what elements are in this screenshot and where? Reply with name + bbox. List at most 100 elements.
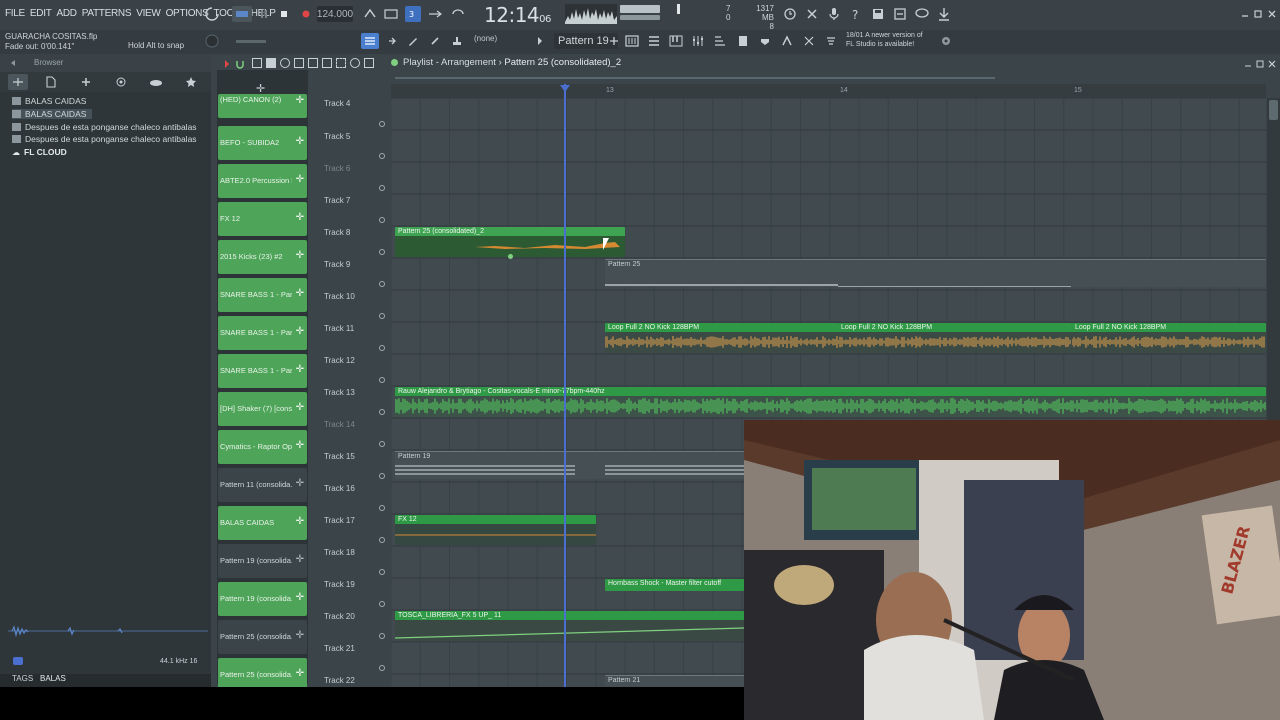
pattern-picker-scroll[interactable] [395, 77, 995, 79]
browser-star-icon[interactable] [183, 74, 199, 90]
add-pattern-icon[interactable]: ✛ [296, 440, 304, 451]
add-pattern-icon[interactable]: ✛ [296, 478, 304, 489]
add-pattern-icon[interactable]: ✛ [296, 212, 304, 223]
track-name[interactable]: Track 5 [324, 132, 384, 141]
download-icon[interactable] [936, 6, 952, 22]
playlist-view-icon[interactable] [361, 33, 379, 49]
add-pattern-icon[interactable]: ✛ [296, 402, 304, 413]
track-mute-icon[interactable] [379, 505, 385, 511]
track-name[interactable]: Track 9 [324, 260, 384, 269]
add-pattern-icon[interactable]: ✛ [296, 364, 304, 375]
master-pitch-bar[interactable] [620, 15, 660, 20]
track-name[interactable]: Track 8 [324, 228, 384, 237]
clip-pattern-25-consolidated-2[interactable]: Pattern 25 (consolidated)_2 [395, 227, 625, 257]
track-name[interactable]: Track 15 [324, 452, 384, 461]
track-mute-icon[interactable] [379, 345, 385, 351]
microphone-icon[interactable] [826, 6, 842, 22]
tags-value[interactable]: BALAS [40, 674, 66, 683]
track-mute-icon[interactable] [379, 441, 385, 447]
zoom-tool-icon[interactable] [350, 58, 360, 68]
track-name[interactable]: Track 19 [324, 580, 384, 589]
track-name[interactable]: Track 10 [324, 292, 384, 301]
preview-play-icon[interactable] [10, 653, 26, 669]
help-icon[interactable]: ? [848, 6, 864, 22]
browser-item[interactable]: BALAS CAIDAS [12, 96, 86, 106]
plugin-plug-icon[interactable] [757, 33, 773, 49]
track-name[interactable]: Track 22 [324, 676, 384, 685]
menu-patterns[interactable]: PATTERNS [82, 8, 132, 19]
track-name[interactable]: Track 7 [324, 196, 384, 205]
picker-pattern[interactable]: ABTE2.0 Percussion L... ✛ [218, 164, 307, 198]
browser-item-cloud[interactable]: ☁ FL CLOUD [12, 147, 67, 157]
menu-view[interactable]: VIEW [136, 8, 161, 19]
add-pattern-icon[interactable]: ✛ [296, 136, 304, 147]
clip-pattern-21[interactable]: Pattern 21 [605, 675, 744, 687]
master-volume-bar[interactable] [620, 5, 660, 13]
menu-options[interactable]: OPTIONS [166, 8, 209, 19]
countdown-icon[interactable]: 3 [405, 6, 421, 22]
draw-tool-icon[interactable] [252, 58, 262, 68]
wait-for-input-icon[interactable] [383, 6, 399, 22]
browser-file-icon[interactable] [43, 74, 59, 90]
render-icon[interactable] [823, 33, 839, 49]
browser-plugin-icon[interactable] [78, 74, 94, 90]
select-tool-icon[interactable] [336, 58, 346, 68]
track-mute-icon[interactable] [379, 217, 385, 223]
add-pattern-icon[interactable]: ✛ [296, 516, 304, 527]
picker-pattern[interactable]: (HED) CANON (2) ✛ [218, 94, 307, 118]
browser-cloud-icon[interactable] [148, 74, 164, 90]
remote-icon[interactable] [801, 33, 817, 49]
picker-pattern[interactable]: Pattern 19 (consolida... ✛ [218, 582, 307, 616]
add-pattern-icon[interactable]: ✛ [296, 174, 304, 185]
track-mute-icon[interactable] [379, 249, 385, 255]
track-mute-icon[interactable] [379, 633, 385, 639]
add-pattern-icon[interactable]: ✛ [296, 326, 304, 337]
stamp-icon[interactable] [449, 33, 465, 49]
menu-edit[interactable]: EDIT [30, 8, 52, 19]
delete-tool-icon[interactable] [280, 58, 290, 68]
track-name[interactable]: Track 12 [324, 356, 384, 365]
paint-tool-icon[interactable] [266, 58, 276, 68]
track-mute-icon[interactable] [379, 281, 385, 287]
add-pattern-icon[interactable]: ✛ [296, 668, 304, 679]
clip-loop-full-2[interactable]: Loop Full 2 NO Kick 128BPM [838, 323, 1072, 353]
timeline-ruler[interactable] [391, 84, 1266, 98]
piano-roll-icon[interactable] [668, 33, 684, 49]
master-knob-icon[interactable] [204, 33, 220, 49]
add-pattern-icon[interactable]: ✛ [296, 95, 304, 106]
clip-loop-full-1[interactable]: Loop Full 2 NO Kick 128BPM [605, 323, 838, 353]
track-name[interactable]: Track 18 [324, 548, 384, 557]
add-pattern-icon[interactable]: ✛ [296, 250, 304, 261]
track-name[interactable]: Track 14 [324, 420, 384, 429]
picker-pattern[interactable]: Cymatics - Raptor Op... ✛ [218, 430, 307, 464]
slip-tool-icon[interactable] [308, 58, 318, 68]
add-pattern-icon[interactable]: ✛ [296, 288, 304, 299]
record-button[interactable] [298, 6, 314, 22]
track-mute-icon[interactable] [379, 665, 385, 671]
track-mute-icon[interactable] [379, 569, 385, 575]
clip-loop-full-3[interactable]: Loop Full 2 NO Kick 128BPM [1072, 323, 1266, 353]
track-mute-icon[interactable] [379, 121, 385, 127]
track-name[interactable]: Track 17 [324, 516, 384, 525]
picker-pattern[interactable]: [DH] Shaker (7) [cons... ✛ [218, 392, 307, 426]
picker-pattern[interactable]: FX 12 ✛ [218, 202, 307, 236]
clip-tosca-fx[interactable]: TOSCA_LIBRERIA_FX 5 UP_ 11 [395, 611, 744, 641]
undo-history-icon[interactable] [782, 6, 798, 22]
track-mute-icon[interactable] [379, 377, 385, 383]
menu-file[interactable]: FILE [5, 8, 25, 19]
blend-notes-icon[interactable] [427, 6, 443, 22]
slice-tool-icon[interactable] [322, 58, 332, 68]
track-name[interactable]: Track 16 [324, 484, 384, 493]
track-mute-icon[interactable] [379, 601, 385, 607]
tempo-display[interactable]: 124.000 [317, 6, 353, 22]
mute-tool-icon[interactable] [294, 58, 304, 68]
add-pattern-icon[interactable]: ✛ [296, 554, 304, 565]
picker-pattern[interactable]: Pattern 19 (consolida... ✛ [218, 544, 307, 578]
cut-icon[interactable] [804, 6, 820, 22]
pattern-arrow-icon[interactable] [532, 33, 548, 49]
pencil-icon[interactable] [405, 33, 421, 49]
chat-icon[interactable] [914, 6, 930, 22]
browser-item[interactable]: Despues de esta ponganse chaleco antibal… [12, 134, 197, 144]
browser-target-icon[interactable] [113, 74, 129, 90]
picker-pattern[interactable]: BEFO - SUBIDA2 ✛ [218, 126, 307, 160]
